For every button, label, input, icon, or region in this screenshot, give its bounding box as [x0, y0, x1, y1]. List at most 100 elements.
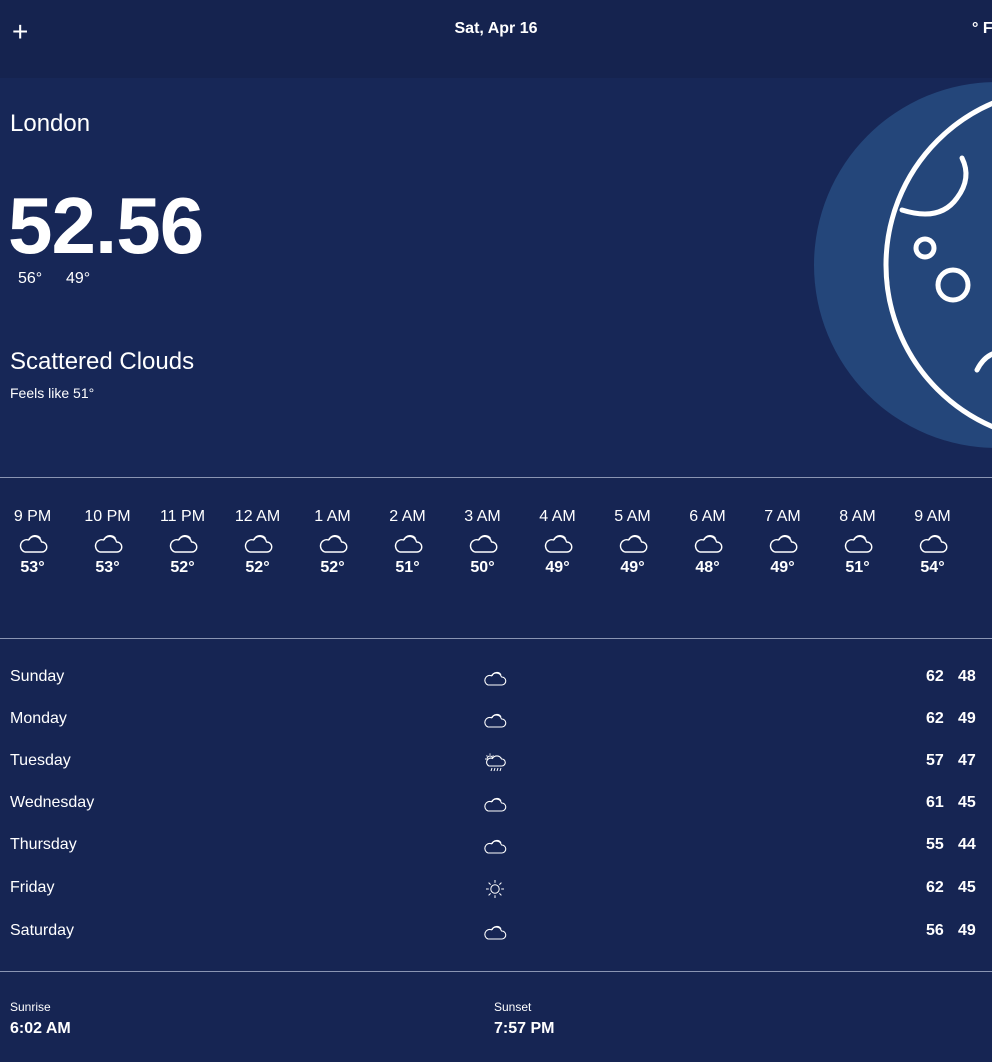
- day-high: 61: [926, 794, 944, 811]
- daily-row: Monday 62 49: [0, 705, 992, 735]
- cloud-icon: [469, 534, 497, 553]
- day-low: 44: [958, 836, 976, 853]
- day-low: 45: [958, 879, 976, 896]
- day-low: 48: [958, 668, 976, 685]
- day-low: 45: [958, 794, 976, 811]
- daily-row: Tuesday 57 47: [0, 747, 992, 777]
- daily-row: Wednesday 61 45: [0, 789, 992, 819]
- current-conditions: London 52.56 56° 49° Scattered Clouds Fe…: [0, 78, 992, 478]
- today-low: 49°: [66, 270, 91, 287]
- divider-bottom: [0, 971, 992, 972]
- cloud-icon: [394, 534, 422, 553]
- day-name: Friday: [10, 879, 55, 896]
- hourly-item: 3 AM 50°: [445, 508, 520, 578]
- day-low: 49: [958, 710, 976, 727]
- hour-temp: 52°: [170, 559, 195, 576]
- hourly-item: 8 AM 51°: [820, 508, 895, 578]
- day-high: 55: [926, 836, 944, 853]
- hour-time: 12 AM: [234, 508, 281, 525]
- hour-time: 5 AM: [614, 508, 651, 525]
- hourly-item: 9 AM 54°: [895, 508, 970, 578]
- hour-time: 9 AM: [914, 508, 951, 525]
- feels-like-label: Feels like: [10, 385, 70, 401]
- hour-time: 9 PM: [13, 508, 52, 525]
- cloud-icon: [484, 925, 507, 940]
- cloud-icon: [94, 534, 122, 553]
- cloud-icon: [484, 839, 507, 854]
- hour-time: 10 PM: [84, 508, 131, 525]
- sunrise-label: Sunrise: [10, 1000, 51, 1014]
- top-bar: + Sat, Apr 16 ° F: [0, 0, 992, 78]
- hourly-item: 1 AM 52°: [295, 508, 370, 578]
- hour-temp: 54°: [920, 559, 945, 576]
- day-high: 57: [926, 752, 944, 769]
- cloud-icon: [319, 534, 347, 553]
- cloud-icon: [769, 534, 797, 553]
- hourly-item: 9 PM 53°: [0, 508, 70, 578]
- hour-temp: 49°: [545, 559, 570, 576]
- condition-text: Scattered Clouds: [10, 348, 195, 375]
- cloud-icon: [694, 534, 722, 553]
- hour-temp: 53°: [95, 559, 120, 576]
- day-name: Tuesday: [10, 752, 71, 769]
- unit-toggle[interactable]: ° F: [972, 20, 992, 38]
- hourly-item: 7 AM 49°: [745, 508, 820, 578]
- hourly-item: 12 AM 52°: [220, 508, 295, 578]
- day-name: Wednesday: [10, 794, 95, 811]
- hour-time: 1 AM: [314, 508, 351, 525]
- hourly-item: 2 AM 51°: [370, 508, 445, 578]
- hour-time: 8 AM: [839, 508, 876, 525]
- day-high: 56: [926, 922, 944, 939]
- cloud-icon: [919, 534, 947, 553]
- day-low: 47: [958, 752, 976, 769]
- day-name: Sunday: [10, 668, 65, 685]
- feels-like-value: 51°: [73, 385, 95, 401]
- feels-like: Feels like 51°: [10, 385, 94, 401]
- hour-time: 2 AM: [389, 508, 426, 525]
- hour-temp: 52°: [245, 559, 270, 576]
- current-temperature: 52.56: [8, 181, 204, 270]
- cloud-icon: [244, 534, 272, 553]
- rain-cloud-icon: [485, 753, 506, 772]
- hourly-item: 5 AM 49°: [595, 508, 670, 578]
- hour-time: 3 AM: [464, 508, 501, 525]
- hour-temp: 53°: [20, 559, 45, 576]
- sunset-label: Sunset: [494, 1000, 532, 1014]
- cloud-icon: [484, 671, 507, 686]
- moon-icon: [812, 80, 992, 450]
- cloud-icon: [169, 534, 197, 553]
- sunrise-block: Sunrise 6:02 AM: [10, 1000, 71, 1038]
- hour-temp: 49°: [770, 559, 795, 576]
- cloud-icon: [19, 534, 47, 553]
- hour-time: 6 AM: [689, 508, 726, 525]
- day-name: Thursday: [10, 836, 77, 853]
- day-high: 62: [926, 710, 944, 727]
- daily-row: Sunday 62 48: [0, 663, 992, 693]
- hour-time: 7 AM: [764, 508, 801, 525]
- day-high: 62: [926, 668, 944, 685]
- hourly-item: 11 PM 52°: [145, 508, 220, 578]
- daily-row: Friday 62 45: [0, 874, 992, 904]
- sunset-block: Sunset 7:57 PM: [494, 1000, 554, 1038]
- day-low: 49: [958, 922, 976, 939]
- cloud-icon: [484, 797, 507, 812]
- today-high: 56°: [18, 270, 43, 287]
- city-name: London: [10, 110, 91, 137]
- day-name: Saturday: [10, 922, 75, 939]
- sun-icon: [486, 880, 504, 898]
- hourly-forecast: 9 PM 53° 10 PM 53° 11 PM 52° 12 AM 52° 1…: [0, 478, 992, 638]
- day-name: Monday: [10, 710, 67, 727]
- hourly-item: 4 AM 49°: [520, 508, 595, 578]
- cloud-icon: [544, 534, 572, 553]
- cloud-icon: [619, 534, 647, 553]
- sunset-time: 7:57 PM: [494, 1020, 555, 1037]
- current-date: Sat, Apr 16: [454, 20, 538, 37]
- day-high: 62: [926, 879, 944, 896]
- hour-temp: 50°: [470, 559, 495, 576]
- hour-temp: 49°: [620, 559, 645, 576]
- cloud-icon: [844, 534, 872, 553]
- hour-temp: 51°: [395, 559, 420, 576]
- hour-time: 11 PM: [159, 508, 206, 525]
- daily-row: Thursday 55 44: [0, 831, 992, 861]
- cloud-icon: [484, 713, 507, 728]
